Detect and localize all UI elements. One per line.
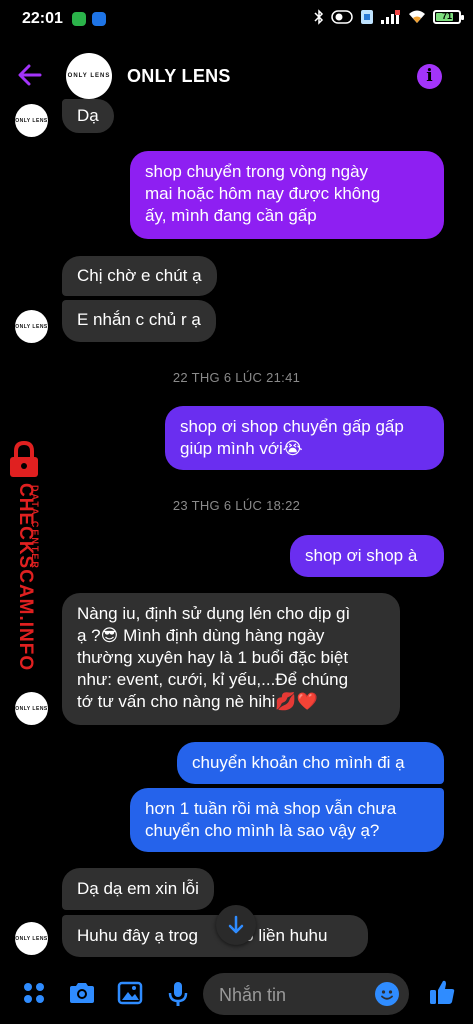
lock-icon (10, 440, 38, 477)
emoji-icon[interactable] (375, 982, 399, 1006)
message-incoming[interactable]: E nhắn c chủ r ạ (62, 300, 216, 342)
signal-icon (381, 10, 400, 24)
message-incoming[interactable]: Huhu đây ạ trog có liền huhu (62, 915, 368, 957)
toggle-icon (331, 10, 353, 24)
scroll-down-button[interactable] (216, 905, 256, 945)
message-timestamp: 23 THG 6 LÚC 18:22 (172, 498, 301, 513)
contact-avatar-small[interactable]: ONLY LENS (15, 310, 48, 343)
chevron-down-icon (228, 915, 244, 934)
composer-bar (0, 965, 473, 1024)
message-incoming[interactable]: Dạ (62, 99, 114, 133)
whatsapp-icon (72, 12, 86, 26)
status-bar: 22:01 71 (0, 0, 473, 40)
message-incoming[interactable]: Dạ dạ em xin lỗi (62, 868, 214, 910)
bluetooth-icon (314, 9, 324, 25)
microphone-icon[interactable] (168, 981, 188, 1007)
info-icon[interactable]: i (417, 64, 442, 89)
message-outgoing[interactable]: chuyển khoản cho mình đi ạ (177, 742, 444, 784)
message-outgoing[interactable]: hơn 1 tuần rồi mà shop vẫn chưa chuyển c… (130, 788, 444, 852)
battery-icon: 71 (433, 10, 464, 24)
message-incoming[interactable]: Nàng iu, định sử dụng lén cho dịp gì ạ ?… (62, 593, 400, 725)
message-outgoing[interactable]: shop ơi shop à (290, 535, 444, 577)
watermark: CHECKSCAM.INFO DATA CENTER (0, 435, 52, 671)
message-composer (203, 973, 409, 1017)
message-outgoing[interactable]: shop ơi shop chuyển gấp gấp giúp mình vớ… (165, 406, 444, 470)
back-arrow-icon[interactable] (18, 62, 42, 92)
watermark-subtext: DATA CENTER (30, 485, 40, 570)
status-icons: 71 (314, 9, 464, 25)
contact-avatar-small[interactable]: ONLY LENS (15, 692, 48, 725)
facebook-icon (92, 12, 106, 26)
thumbs-up-icon[interactable] (428, 978, 456, 1006)
contact-avatar[interactable]: ONLY LENS (66, 53, 112, 99)
status-time: 22:01 (22, 10, 63, 27)
message-incoming[interactable]: Chị chờ e chút ạ (62, 256, 217, 296)
message-outgoing[interactable]: shop chuyển trong vòng ngày mai hoặc hôm… (130, 151, 444, 239)
message-timestamp: 22 THG 6 LÚC 21:41 (172, 370, 301, 385)
message-input[interactable] (217, 973, 371, 1017)
contact-name[interactable]: ONLY LENS (127, 66, 231, 87)
camera-icon[interactable] (68, 981, 96, 1005)
avatar-logo-text: ONLY LENS (67, 73, 111, 79)
battery-level: 71 (441, 11, 452, 21)
contact-avatar-small[interactable]: ONLY LENS (15, 922, 48, 955)
wifi-icon (409, 10, 425, 23)
menu-dots-icon[interactable] (22, 981, 46, 1005)
contact-avatar-small[interactable]: ONLY LENS (15, 104, 48, 137)
image-icon[interactable] (117, 981, 143, 1005)
notification-icon (361, 10, 373, 24)
